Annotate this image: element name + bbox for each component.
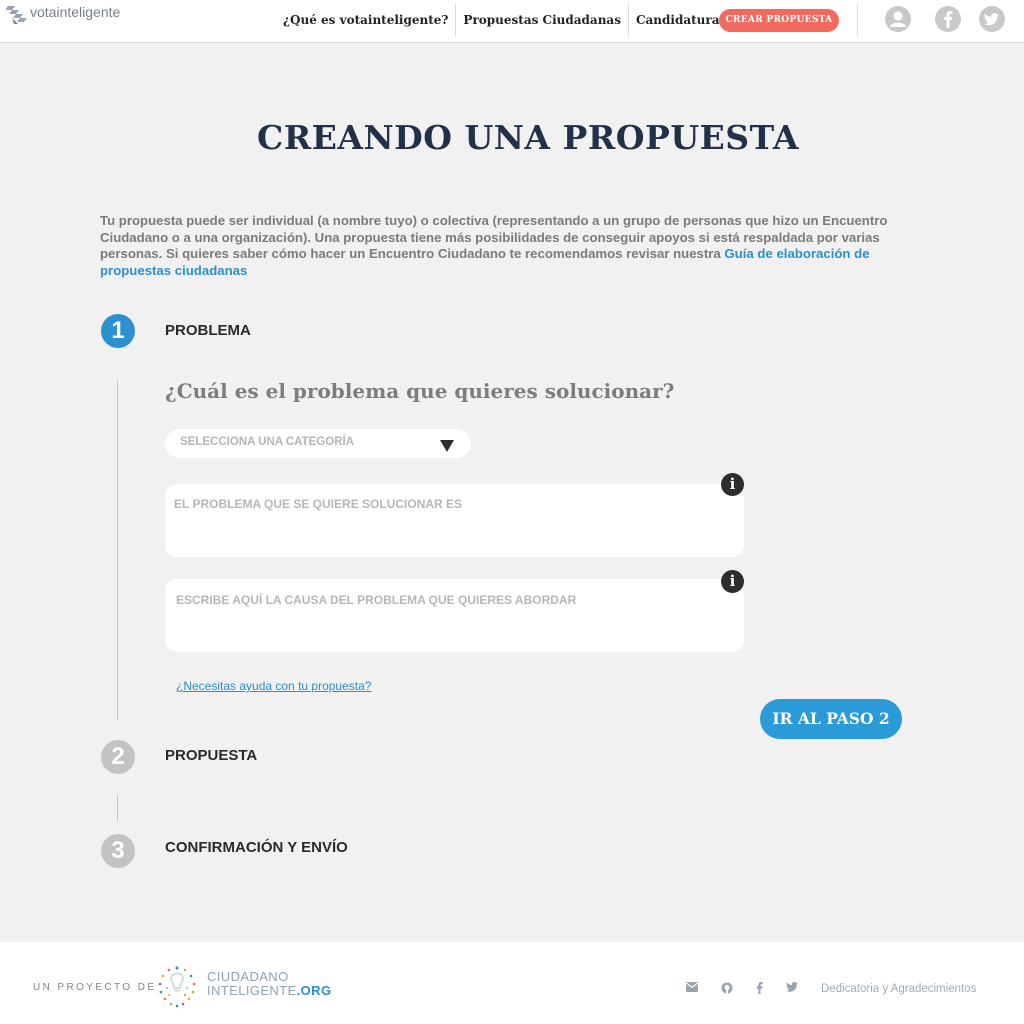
footer: UN PROYECTO DE CIUDADANO INTELIGENTE.ORG… [0, 942, 1024, 1024]
logo-icon [6, 6, 27, 24]
ciudadano-inteligente-logo-icon[interactable] [154, 964, 200, 1010]
logo[interactable]: votainteligente [6, 3, 120, 27]
step-connector-2 [117, 795, 118, 821]
twitter-icon[interactable] [786, 982, 798, 995]
header-divider [857, 4, 858, 36]
problem-placeholder: EL PROBLEMA QUE SE QUIERE SOLUCIONAR ES [174, 497, 463, 511]
intro-paragraph: Tu propuesta puede ser individual (a nom… [100, 213, 900, 279]
problem-textarea[interactable]: EL PROBLEMA QUE SE QUIERE SOLUCIONAR ES [165, 484, 744, 557]
problem-question: ¿Cuál es el problema que quieres solucio… [165, 379, 675, 403]
ciudadano-inteligente-wordmark[interactable]: CIUDADANO INTELIGENTE.ORG [207, 970, 331, 998]
org-suffix: .ORG [296, 983, 332, 998]
dedicatoria-link[interactable]: Dedicatoria y Agradecimientos [821, 983, 976, 995]
caret-down-icon [440, 440, 454, 452]
step-1-number: 1 [101, 314, 135, 348]
cause-placeholder: ESCRIBE AQUÍ LA CAUSA DEL PROBLEMA QUE Q… [176, 593, 577, 607]
category-select-placeholder: SELECCIONA UNA CATEGORÍA [180, 436, 354, 448]
step-3-label: CONFIRMACIÓN Y ENVÍO [165, 839, 348, 856]
logo-text: votainteligente [30, 4, 121, 20]
facebook-icon[interactable] [935, 6, 961, 32]
main-nav: ¿Qué es votainteligente? Propuestas Ciud… [276, 4, 733, 36]
top-header: votainteligente ¿Qué es votainteligente?… [0, 0, 1024, 43]
github-icon[interactable] [721, 982, 733, 997]
proyecto-label: UN PROYECTO DE [33, 982, 157, 993]
email-icon[interactable] [686, 982, 698, 995]
org-line-1: CIUDADANO [207, 969, 289, 984]
next-step-button[interactable]: IR AL PASO 2 [760, 699, 902, 739]
twitter-icon[interactable] [979, 6, 1005, 32]
help-link[interactable]: ¿Necesitas ayuda con tu propuesta? [176, 679, 371, 693]
step-2-number: 2 [101, 740, 135, 774]
info-icon[interactable]: i [721, 473, 744, 496]
org-line-2: INTELIGENTE [207, 983, 297, 998]
step-connector-1 [117, 380, 118, 720]
facebook-icon[interactable] [756, 982, 763, 997]
nav-item-candidaturas[interactable]: Candidaturas [629, 4, 733, 36]
cause-textarea[interactable]: ESCRIBE AQUÍ LA CAUSA DEL PROBLEMA QUE Q… [165, 579, 744, 652]
page-title: CREANDO UNA PROPUESTA [257, 118, 799, 157]
nav-item-propuestas[interactable]: Propuestas Ciudadanas [456, 4, 629, 36]
step-1-label: PROBLEMA [165, 322, 251, 339]
info-icon[interactable]: i [721, 570, 744, 593]
nav-item-que-es[interactable]: ¿Qué es votainteligente? [276, 4, 457, 36]
step-3-number: 3 [101, 834, 135, 868]
crear-propuesta-button[interactable]: CREAR PROPUESTA [719, 9, 839, 32]
step-2-label: PROPUESTA [165, 747, 258, 764]
category-select[interactable]: SELECCIONA UNA CATEGORÍA [165, 429, 471, 458]
user-icon[interactable] [885, 6, 911, 32]
